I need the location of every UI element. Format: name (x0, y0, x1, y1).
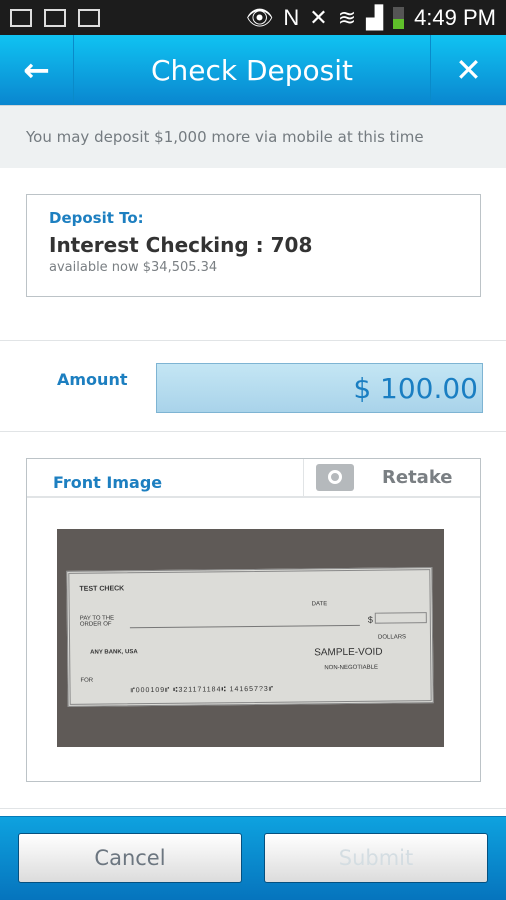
mute-icon: ✕ (309, 4, 328, 30)
divider (0, 808, 506, 809)
wifi-icon: ≋ (337, 4, 357, 30)
submit-button[interactable]: Submit (264, 833, 488, 883)
check-image: TEST CHECK PAY TO THE ORDER OF DATE $ DO… (66, 567, 434, 707)
check-bank: ANY BANK, USA (90, 649, 138, 656)
check-dollar-sign: $ (367, 614, 373, 625)
signal-icon: ▟ (366, 4, 384, 30)
account-name: Interest Checking : 708 (49, 233, 313, 257)
eye-icon: 👁 (245, 4, 274, 30)
battery-icon (393, 6, 405, 29)
amount-label: Amount (57, 370, 128, 389)
email-icon (44, 8, 66, 27)
retake-button[interactable]: Retake (303, 459, 480, 496)
front-image-label: Front Image (53, 473, 163, 492)
shopping-bag-icon (78, 8, 100, 27)
clock: 4:49 PM (414, 4, 496, 30)
retake-label: Retake (382, 467, 453, 488)
camera-icon (316, 464, 354, 491)
divider (0, 340, 506, 341)
check-for: FOR (80, 677, 94, 684)
check-pay-to: PAY TO THE ORDER OF (79, 615, 115, 628)
nfc-icon: N (283, 4, 300, 30)
deposit-limit-notice: You may deposit $1,000 more via mobile a… (0, 105, 506, 168)
app-header: ← Check Deposit ✕ (0, 35, 506, 105)
deposit-account-selector[interactable]: Deposit To: Interest Checking : 708 avai… (26, 194, 481, 297)
divider (0, 431, 506, 432)
check-non-negotiable: NON-NEGOTIABLE (324, 664, 379, 672)
back-button[interactable]: ← (0, 35, 74, 105)
arrow-left-icon: ← (23, 51, 50, 89)
check-title: TEST CHECK (79, 585, 125, 593)
check-date: DATE (311, 601, 328, 608)
cancel-button[interactable]: Cancel (18, 833, 242, 883)
check-void: SAMPLE-VOID (314, 646, 383, 659)
check-micr: ⑈000109⑈ ⑆321171184⑆ 141657?3⑈ (130, 685, 274, 695)
close-button[interactable]: ✕ (430, 35, 506, 105)
deposit-to-label: Deposit To: (49, 209, 144, 227)
amount-input[interactable]: $ 100.00 (156, 363, 483, 413)
check-photo[interactable]: TEST CHECK PAY TO THE ORDER OF DATE $ DO… (57, 529, 444, 747)
status-bar: 👁 N ✕ ≋ ▟ 4:49 PM (0, 0, 506, 35)
check-dollars: DOLLARS (377, 634, 407, 641)
front-image-panel: Front Image Retake TEST CHECK PAY TO THE… (26, 458, 481, 782)
close-icon: ✕ (455, 51, 482, 89)
gallery-icon (10, 8, 32, 27)
page-title: Check Deposit (150, 53, 354, 87)
available-balance: available now $34,505.34 (49, 260, 218, 275)
footer-bar: Cancel Submit (0, 816, 506, 900)
